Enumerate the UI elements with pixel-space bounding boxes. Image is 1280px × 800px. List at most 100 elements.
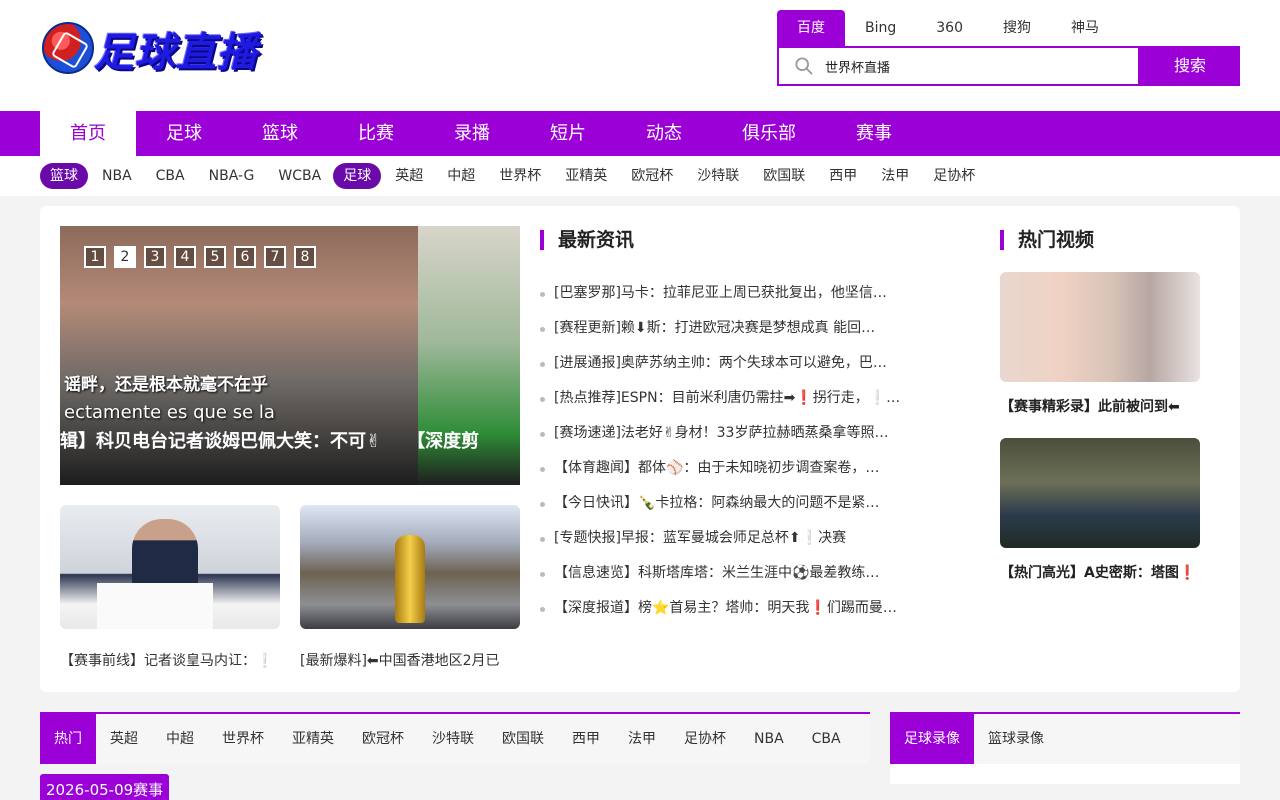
slide-caption-2: 【深度剪 xyxy=(407,431,480,452)
slider-dot[interactable]: 5 xyxy=(204,246,226,268)
slider-dot[interactable]: 2 xyxy=(114,246,136,268)
hero-slider[interactable]: 谣畔，还是根本就毫不在乎 ectamente es que se la 辑】科贝… xyxy=(60,226,520,485)
news-thumbnail[interactable] xyxy=(300,505,520,629)
video-caption[interactable]: 【热门高光】A史密斯：塔图❗ xyxy=(1000,562,1196,582)
site-logo[interactable]: 足球直播 xyxy=(40,20,270,78)
league-tab[interactable]: 足协杯 xyxy=(670,714,740,764)
slider-dot[interactable]: 4 xyxy=(174,246,196,268)
header: 足球直播 百度 Bing 360 搜狗 神马 搜索 xyxy=(0,0,1280,111)
nav-basketball[interactable]: 篮球 xyxy=(232,111,328,156)
replay-tabs: 足球录像 篮球录像 xyxy=(890,712,1240,764)
slider-dot[interactable]: 3 xyxy=(144,246,166,268)
hot-videos-title: 热门视频 xyxy=(1000,230,1094,250)
news-item[interactable]: [赛程更新]赖⬇斯：打进欧冠决赛是梦想成真 能回… xyxy=(540,311,920,346)
engine-tab-360[interactable]: 360 xyxy=(916,10,983,46)
latest-news-title: 最新资讯 xyxy=(540,230,634,250)
slide-subtitle: 谣畔，还是根本就毫不在乎 ectamente es que se la xyxy=(60,371,520,431)
news-item[interactable]: 【深度报道】榜⭐首易主？塔帅：明天我❗们踢而曼… xyxy=(540,591,920,626)
slide-subtitle-es: ectamente es que se la xyxy=(64,402,275,423)
search-box xyxy=(777,46,1140,86)
subnav-item[interactable]: 英超 xyxy=(383,163,435,189)
nav-football[interactable]: 足球 xyxy=(136,111,232,156)
sub-nav: 篮球 NBA CBA NBA-G WCBA 足球 英超 中超 世界杯 亚精英 欧… xyxy=(0,156,1280,196)
engine-tab-bing[interactable]: Bing xyxy=(845,10,916,46)
date-label: 2026-05-09赛事 xyxy=(40,774,170,800)
league-tab[interactable]: 热门 xyxy=(40,714,96,764)
news-thumbnail[interactable] xyxy=(60,505,280,629)
news-item[interactable]: [热点推荐]ESPN：目前米利唐仍需拄➡❗拐行走，❕… xyxy=(540,381,920,416)
league-tab[interactable]: 世界杯 xyxy=(208,714,278,764)
subnav-item[interactable]: 法甲 xyxy=(869,163,921,189)
nav-matches[interactable]: 比赛 xyxy=(328,111,424,156)
replay-panel xyxy=(890,764,1240,784)
engine-tab-baidu[interactable]: 百度 xyxy=(777,10,845,46)
search-input[interactable] xyxy=(825,55,1125,77)
slide-caption[interactable]: 辑】科贝电台记者谈姆巴佩大笑：不可✌ 【深度剪 xyxy=(60,425,520,459)
thumbnail-caption[interactable]: 【赛事前线】记者谈皇马内讧：❕ xyxy=(60,650,285,670)
subnav-tag-basketball[interactable]: 篮球 xyxy=(40,163,88,189)
trophy-image xyxy=(395,535,425,623)
league-tab[interactable]: 西甲 xyxy=(558,714,614,764)
league-tab[interactable]: NBA xyxy=(740,714,798,764)
subnav-item[interactable]: 欧冠杯 xyxy=(619,163,685,189)
league-tab[interactable]: 沙特联 xyxy=(418,714,488,764)
basketball-logo-icon xyxy=(42,22,94,74)
nav-replays[interactable]: 录播 xyxy=(424,111,520,156)
search-button[interactable]: 搜索 xyxy=(1140,46,1240,86)
news-item[interactable]: 【体育趣闻】都体⚾：由于未知晓初步调查案卷，… xyxy=(540,451,920,486)
nav-home[interactable]: 首页 xyxy=(40,111,136,156)
logo-text: 足球直播 xyxy=(94,30,258,76)
news-item[interactable]: 【信息速览】科斯塔库塔：米兰生涯中⚽最差教练… xyxy=(540,556,920,591)
speaker-image xyxy=(132,519,198,589)
subnav-item[interactable]: 足协杯 xyxy=(921,163,987,189)
nav-clubs[interactable]: 俱乐部 xyxy=(712,111,826,156)
video-thumbnail[interactable] xyxy=(1000,438,1200,548)
search-icon xyxy=(795,57,813,75)
subnav-tag-football[interactable]: 足球 xyxy=(333,163,382,189)
podium-image xyxy=(97,583,213,629)
subnav-item[interactable]: WCBA xyxy=(266,163,333,189)
slider-dot[interactable]: 7 xyxy=(264,246,286,268)
slider-dot[interactable]: 6 xyxy=(234,246,256,268)
league-tab[interactable]: 欧冠杯 xyxy=(348,714,418,764)
slide-subtitle-cn: 谣畔，还是根本就毫不在乎 xyxy=(64,375,268,395)
search-engine-tabs: 百度 Bing 360 搜狗 神马 xyxy=(777,10,1119,46)
latest-news-list: [巴塞罗那]马卡：拉菲尼亚上周已获批复出，他坚信… [赛程更新]赖⬇斯：打进欧冠… xyxy=(540,276,920,626)
news-item[interactable]: [巴塞罗那]马卡：拉菲尼亚上周已获批复出，他坚信… xyxy=(540,276,920,311)
engine-tab-shenma[interactable]: 神马 xyxy=(1051,10,1119,46)
league-tab[interactable]: 亚精英 xyxy=(278,714,348,764)
main-nav: 首页 足球 篮球 比赛 录播 短片 动态 俱乐部 赛事 xyxy=(0,111,1280,156)
subnav-item[interactable]: 世界杯 xyxy=(487,163,553,189)
slider-dot[interactable]: 1 xyxy=(84,246,106,268)
league-tab[interactable]: 欧国联 xyxy=(488,714,558,764)
subnav-item[interactable]: 欧国联 xyxy=(751,163,817,189)
nav-events[interactable]: 赛事 xyxy=(826,111,922,156)
slider-dots: 1 2 3 4 5 6 7 8 xyxy=(84,246,324,268)
subnav-item[interactable]: 西甲 xyxy=(817,163,869,189)
league-tab[interactable]: CBA xyxy=(798,714,855,764)
engine-tab-sogou[interactable]: 搜狗 xyxy=(983,10,1051,46)
news-item[interactable]: 【今日快讯】🍾卡拉格：阿森纳最大的问题不是紧… xyxy=(540,486,920,521)
league-tabs: 热门 英超 中超 世界杯 亚精英 欧冠杯 沙特联 欧国联 西甲 法甲 足协杯 N… xyxy=(40,712,870,764)
subnav-item[interactable]: 沙特联 xyxy=(685,163,751,189)
subnav-item[interactable]: NBA-G xyxy=(197,163,267,189)
replay-tab-football[interactable]: 足球录像 xyxy=(890,714,974,764)
slide-caption-1: 辑】科贝电台记者谈姆巴佩大笑：不可✌ xyxy=(60,431,382,452)
nav-news[interactable]: 动态 xyxy=(616,111,712,156)
league-tab[interactable]: 法甲 xyxy=(614,714,670,764)
video-thumbnail[interactable] xyxy=(1000,272,1200,382)
replay-tab-basketball[interactable]: 篮球录像 xyxy=(974,714,1058,764)
league-tab[interactable]: 英超 xyxy=(96,714,152,764)
nav-clips[interactable]: 短片 xyxy=(520,111,616,156)
news-item[interactable]: [专题快报]早报：蓝军曼城会师足总杯⬆❕决赛 xyxy=(540,521,920,556)
subnav-item[interactable]: CBA xyxy=(144,163,197,189)
slider-dot[interactable]: 8 xyxy=(294,246,316,268)
subnav-item[interactable]: NBA xyxy=(90,163,144,189)
news-item[interactable]: [进展通报]奥萨苏纳主帅：两个失球本可以避免，巴… xyxy=(540,346,920,381)
league-tab[interactable]: 中超 xyxy=(152,714,208,764)
subnav-item[interactable]: 亚精英 xyxy=(553,163,619,189)
subnav-item[interactable]: 中超 xyxy=(435,163,487,189)
news-item[interactable]: [赛场速递]法老好✌身材！33岁萨拉赫晒蒸桑拿等照… xyxy=(540,416,920,451)
video-caption[interactable]: 【赛事精彩录】此前被问到⬅ xyxy=(1000,396,1180,416)
thumbnail-caption[interactable]: [最新爆料]⬅中国香港地区2月已 xyxy=(300,650,525,670)
